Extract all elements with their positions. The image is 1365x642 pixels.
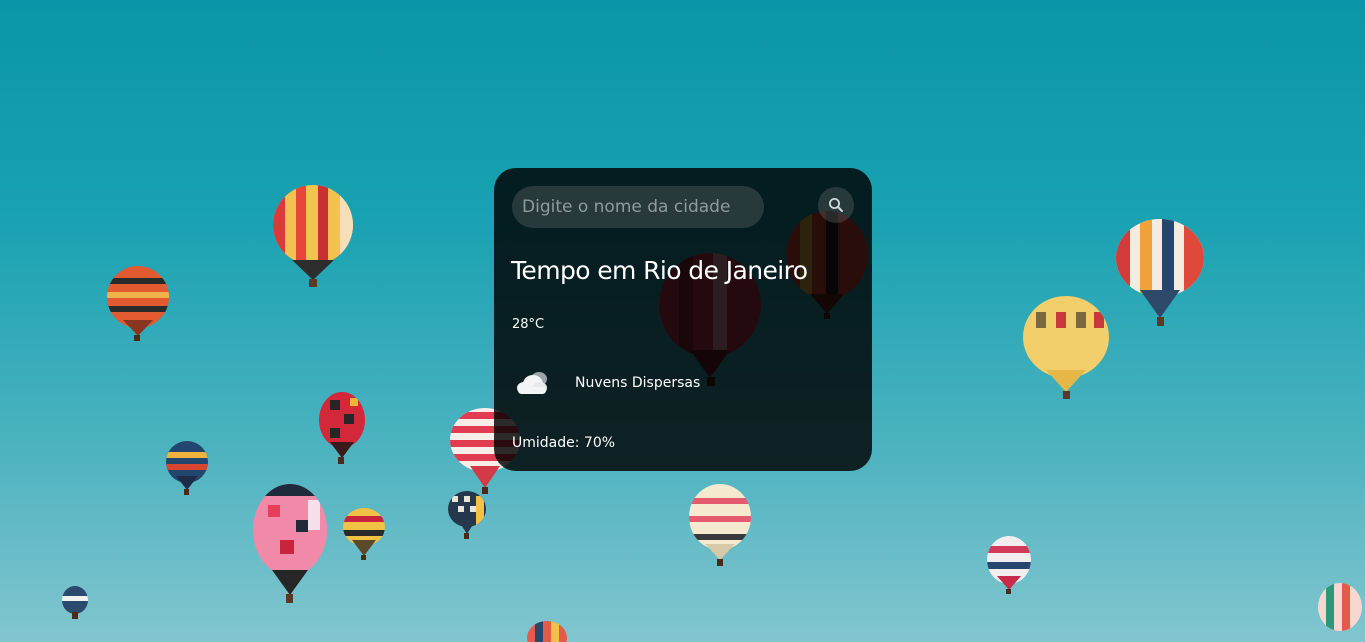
scattered-clouds-icon <box>517 372 547 394</box>
temperature: 28°C <box>512 317 545 332</box>
search-icon <box>829 198 843 212</box>
weather-description: Nuvens Dispersas <box>575 375 701 391</box>
weather-description-row: Nuvens Dispersas <box>512 366 700 400</box>
city-search-input[interactable] <box>512 186 764 228</box>
city-title: Tempo em Rio de Janeiro <box>511 256 808 285</box>
search-button[interactable] <box>818 187 854 223</box>
humidity: Umidade: 70% <box>512 435 616 451</box>
weather-card: Tempo em Rio de Janeiro 28°C Nuvens Disp… <box>494 168 872 471</box>
